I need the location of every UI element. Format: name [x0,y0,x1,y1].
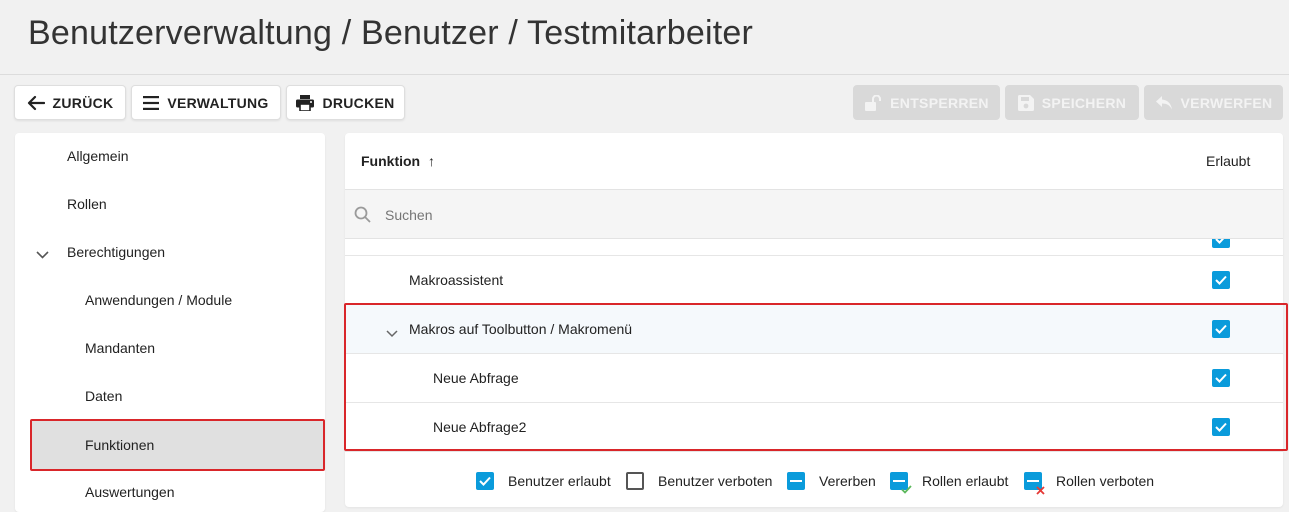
table-header: Funktion ↑ Erlaubt [345,133,1283,190]
checkbox-checked[interactable] [1212,239,1230,248]
sidebar-item-roles[interactable]: Rollen [15,180,325,228]
row-label: Neue Abfrage [433,370,519,386]
legend-inherit: Vererben [787,472,876,490]
sidebar-item-applications-modules[interactable]: Anwendungen / Module [15,276,325,324]
table-row-partial [345,239,1283,256]
sidebar-item-label: Berechtigungen [67,244,166,260]
checkbox-checked-icon [476,472,494,490]
column-header-function[interactable]: Funktion ↑ [361,153,435,169]
allowed-checkbox[interactable] [1212,369,1230,387]
legend-user-denied: Benutzer verboten [626,472,772,490]
admin-button-label: VERWALTUNG [167,94,269,111]
back-button[interactable]: ZURÜCK [14,85,126,120]
search-row[interactable] [345,190,1283,239]
legend-user-allowed: Benutzer erlaubt [476,472,611,490]
sidebar-item-label: Anwendungen / Module [85,292,233,308]
legend-label: Vererben [819,473,876,489]
sidebar-item-reports[interactable]: Auswertungen [15,468,325,512]
table-row[interactable]: Neue Abfrage2 [345,403,1283,452]
discard-button[interactable]: VERWERFEN [1144,85,1283,120]
checkbox-indeterminate-icon [787,472,805,490]
table-row-expanded[interactable]: Makros auf Toolbutton / Makromenü [345,305,1283,354]
floppy-disk-icon [1017,94,1034,111]
undo-arrow-icon [1155,95,1173,111]
admin-button[interactable]: VERWALTUNG [131,85,281,120]
title-divider [0,74,1289,75]
row-label: Neue Abfrage2 [433,419,527,435]
sidebar-item-label: Rollen [67,196,107,212]
sidebar-item-clients[interactable]: Mandanten [15,324,325,372]
unlock-button[interactable]: ENTSPERREN [853,85,1000,120]
allowed-checkbox[interactable] [1212,271,1230,289]
menu-icon [143,95,160,110]
page-title: Benutzerverwaltung / Benutzer / Testmita… [28,14,754,52]
sidebar-item-label: Daten [85,388,123,404]
table-row[interactable]: Neue Abfrage [345,354,1283,403]
checkbox-role-allowed-icon [890,472,912,494]
search-input[interactable] [383,204,883,226]
chevron-down-icon[interactable] [386,325,398,341]
legend-label: Benutzer erlaubt [508,473,611,489]
legend-label: Rollen verboten [1056,473,1155,489]
unlock-button-label: ENTSPERREN [890,94,989,111]
sidebar-item-functions[interactable]: Funktionen [32,421,325,469]
table-row[interactable]: Makroassistent [345,256,1283,305]
row-label: Makroassistent [409,272,504,288]
back-button-label: ZURÜCK [52,94,114,111]
column-header-allowed: Erlaubt [1206,153,1251,169]
checkbox-empty-icon [626,472,644,490]
sidebar-item-label: Funktionen [85,437,155,453]
save-button[interactable]: SPEICHERN [1005,85,1139,120]
allowed-checkbox[interactable] [1212,418,1230,436]
legend-label: Benutzer verboten [658,473,773,489]
legend-roles-denied: Rollen verboten [1024,472,1155,495]
sidebar-item-label: Allgemein [67,148,129,164]
print-button-label: DRUCKEN [322,94,395,111]
sidebar-item-permissions[interactable]: Berechtigungen [15,228,325,276]
print-button[interactable]: DRUCKEN [286,85,405,120]
sidebar-item-general[interactable]: Allgemein [15,133,325,180]
chevron-down-icon[interactable] [36,246,49,262]
checkbox-role-denied-icon [1024,472,1045,495]
arrow-left-icon [27,95,45,111]
column-header-function-label: Funktion [361,153,421,169]
functions-table: Funktion ↑ Erlaubt Makroassistent Makros… [345,133,1283,507]
sidebar-item-data[interactable]: Daten [15,372,325,420]
row-label: Makros auf Toolbutton / Makromenü [409,321,633,337]
legend-label: Rollen erlaubt [922,473,1009,489]
sort-ascending-icon: ↑ [428,153,435,169]
sidebar-item-label: Auswertungen [85,484,175,500]
sidebar-item-label: Mandanten [85,340,156,356]
discard-button-label: VERWERFEN [1180,94,1273,111]
unlock-icon [864,94,882,111]
printer-icon [296,94,315,111]
allowed-checkbox[interactable] [1212,320,1230,338]
search-icon [354,206,371,228]
save-button-label: SPEICHERN [1041,94,1127,111]
sidebar: Allgemein Rollen Berechtigungen Anwendun… [15,133,325,512]
legend-roles-allowed: Rollen erlaubt [890,472,1009,494]
